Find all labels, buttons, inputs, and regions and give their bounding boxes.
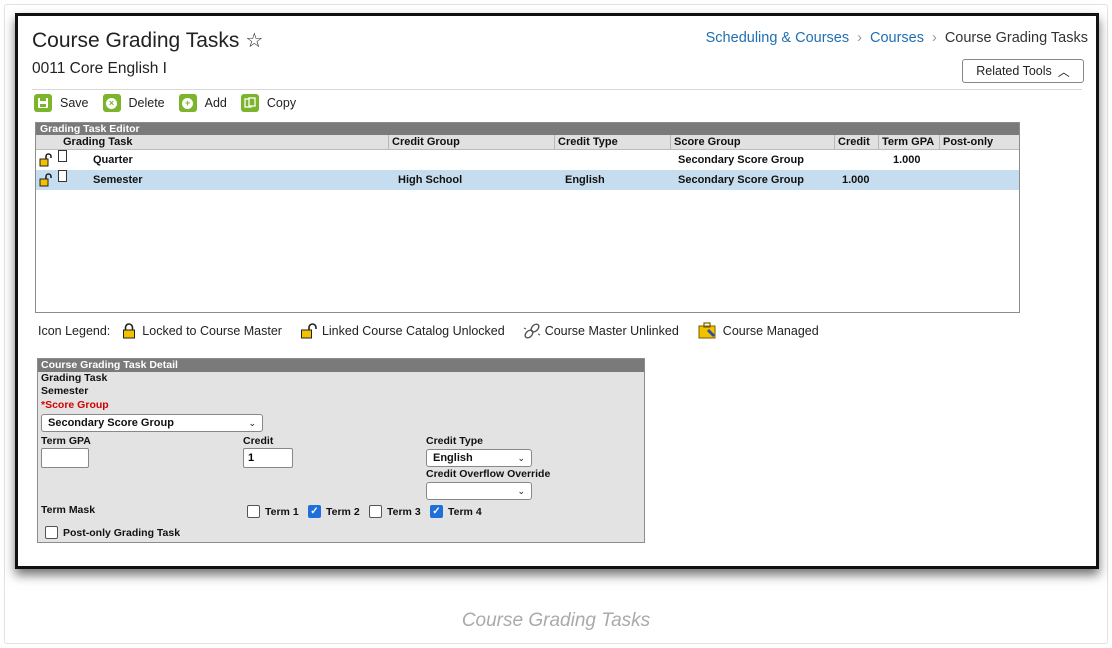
term-3-label: Term 3 <box>387 506 421 518</box>
legend-text: Course Master Unlinked <box>544 324 679 338</box>
legend-text: Locked to Course Master <box>142 324 282 338</box>
credit-type-select[interactable]: English ⌄ <box>426 449 532 467</box>
chevron-down-icon: ⌄ <box>248 418 256 428</box>
cell-credit-group: High School <box>398 174 463 186</box>
chevron-down-icon: ⌄ <box>517 486 525 496</box>
term-1-label: Term 1 <box>265 506 299 518</box>
action-toolbar: Save × Delete + Add Copy <box>34 94 310 112</box>
legend-item: Course Managed <box>697 322 819 340</box>
copy-icon <box>240 94 259 112</box>
credit-label: Credit <box>243 435 274 447</box>
credit-input[interactable]: 1 <box>243 448 293 468</box>
star-icon[interactable]: ☆ <box>245 30 263 52</box>
legend-text: Linked Course Catalog Unlocked <box>321 324 505 338</box>
unlocked-icon <box>300 322 318 340</box>
copy-button[interactable]: Copy <box>240 94 297 112</box>
related-tools-label: Related Tools <box>976 64 1052 78</box>
cell-score-group: Secondary Score Group <box>678 154 804 166</box>
add-icon: + <box>178 94 197 112</box>
table-row[interactable]: Semester High School English Secondary S… <box>36 170 1019 190</box>
breadcrumb-courses[interactable]: Courses <box>870 30 924 46</box>
term-4-label: Term 4 <box>448 506 482 518</box>
cell-score-group: Secondary Score Group <box>678 174 804 186</box>
document-icon <box>58 150 67 162</box>
column-score-group[interactable]: Score Group <box>670 135 741 149</box>
detail-caption: Course Grading Task Detail <box>38 359 644 372</box>
grading-task-value: Semester <box>41 385 89 397</box>
column-credit[interactable]: Credit <box>834 135 870 149</box>
editor-header: Grading Task Credit Group Credit Type Sc… <box>36 135 1019 150</box>
unlocked-icon <box>39 153 52 167</box>
term-gpa-input[interactable] <box>41 448 89 468</box>
cell-term-gpa: 1.000 <box>893 154 921 166</box>
legend-label: Icon Legend: <box>38 324 111 338</box>
credit-overflow-label: Credit Overflow Override <box>426 468 551 480</box>
post-only-checkbox[interactable] <box>45 526 58 539</box>
term-3-checkbox[interactable] <box>369 505 382 518</box>
table-row[interactable]: Quarter Secondary Score Group 1.000 <box>36 150 1019 170</box>
breadcrumb-current: Course Grading Tasks <box>944 30 1088 46</box>
score-group-label: *Score Group <box>41 399 109 411</box>
term-gpa-label: Term GPA <box>41 435 91 447</box>
course-subtitle: 0011 Core English I <box>32 60 167 77</box>
grading-task-label: Grading Task <box>41 372 108 384</box>
add-button[interactable]: + Add <box>178 94 227 112</box>
header-divider <box>32 89 1082 90</box>
credit-overflow-select[interactable]: ⌄ <box>426 482 532 500</box>
delete-button[interactable]: × Delete <box>102 94 165 112</box>
icon-legend: Icon Legend: Locked to Course Master Lin… <box>38 322 837 340</box>
add-label: Add <box>204 96 227 110</box>
chevron-right-icon: › <box>857 30 862 46</box>
save-icon <box>34 94 52 112</box>
term-2-checkbox[interactable]: ✓ <box>308 505 321 518</box>
document-icon <box>58 170 67 182</box>
chevron-up-icon: ︿ <box>1057 64 1070 79</box>
column-post-only[interactable]: Post-only <box>939 135 993 149</box>
related-tools-button[interactable]: Related Tools ︿ <box>962 59 1084 83</box>
grading-task-editor: Grading Task Editor Grading Task Credit … <box>35 122 1020 313</box>
column-credit-group[interactable]: Credit Group <box>388 135 460 149</box>
cell-credit: 1.000 <box>842 174 870 186</box>
page-title: Course Grading Tasks ☆ <box>32 28 263 53</box>
credit-type-selected: English <box>433 452 473 464</box>
cell-grading-task: Quarter <box>93 154 133 166</box>
page-title-text: Course Grading Tasks <box>32 29 240 52</box>
legend-item: Locked to Course Master <box>120 322 282 340</box>
credit-type-label: Credit Type <box>426 435 483 447</box>
breadcrumb-scheduling[interactable]: Scheduling & Courses <box>706 30 849 46</box>
breadcrumb: Scheduling & Courses › Courses › Course Grad… <box>706 30 1088 46</box>
managed-icon <box>697 322 719 340</box>
copy-label: Copy <box>266 96 297 110</box>
term-mask-label: Term Mask <box>41 504 96 516</box>
save-label: Save <box>60 96 89 110</box>
column-term-gpa[interactable]: Term GPA <box>878 135 934 149</box>
score-group-select[interactable]: Secondary Score Group ⌄ <box>41 414 263 432</box>
locked-icon <box>120 322 138 340</box>
delete-icon: × <box>102 94 121 112</box>
term-2-label: Term 2 <box>326 506 360 518</box>
chevron-down-icon: ⌄ <box>517 453 525 463</box>
term-1-checkbox[interactable] <box>247 505 260 518</box>
term-4-checkbox[interactable]: ✓ <box>430 505 443 518</box>
delete-label: Delete <box>128 96 165 110</box>
image-caption: Course Grading Tasks <box>461 610 651 631</box>
unlocked-icon <box>39 173 52 187</box>
column-grading-task[interactable]: Grading Task <box>60 135 132 149</box>
score-group-selected: Secondary Score Group <box>48 417 174 429</box>
editor-caption: Grading Task Editor <box>36 123 1019 135</box>
screenshot-frame: Course Grading Tasks ☆ 0011 Core English … <box>4 4 1108 644</box>
column-credit-type[interactable]: Credit Type <box>554 135 618 149</box>
legend-item: Linked Course Catalog Unlocked <box>300 322 505 340</box>
post-only-label: Post-only Grading Task <box>63 527 181 539</box>
app-window: Course Grading Tasks ☆ 0011 Core English … <box>15 13 1099 569</box>
save-button[interactable]: Save <box>34 94 89 112</box>
grading-task-detail-panel: Course Grading Task Detail Grading Task … <box>37 358 645 543</box>
cell-credit-type: English <box>565 174 605 186</box>
legend-item: Course Master Unlinked <box>523 322 679 340</box>
legend-text: Course Managed <box>722 324 819 338</box>
unlinked-icon <box>523 322 541 340</box>
cell-grading-task: Semester <box>93 174 143 186</box>
chevron-right-icon: › <box>931 30 937 46</box>
